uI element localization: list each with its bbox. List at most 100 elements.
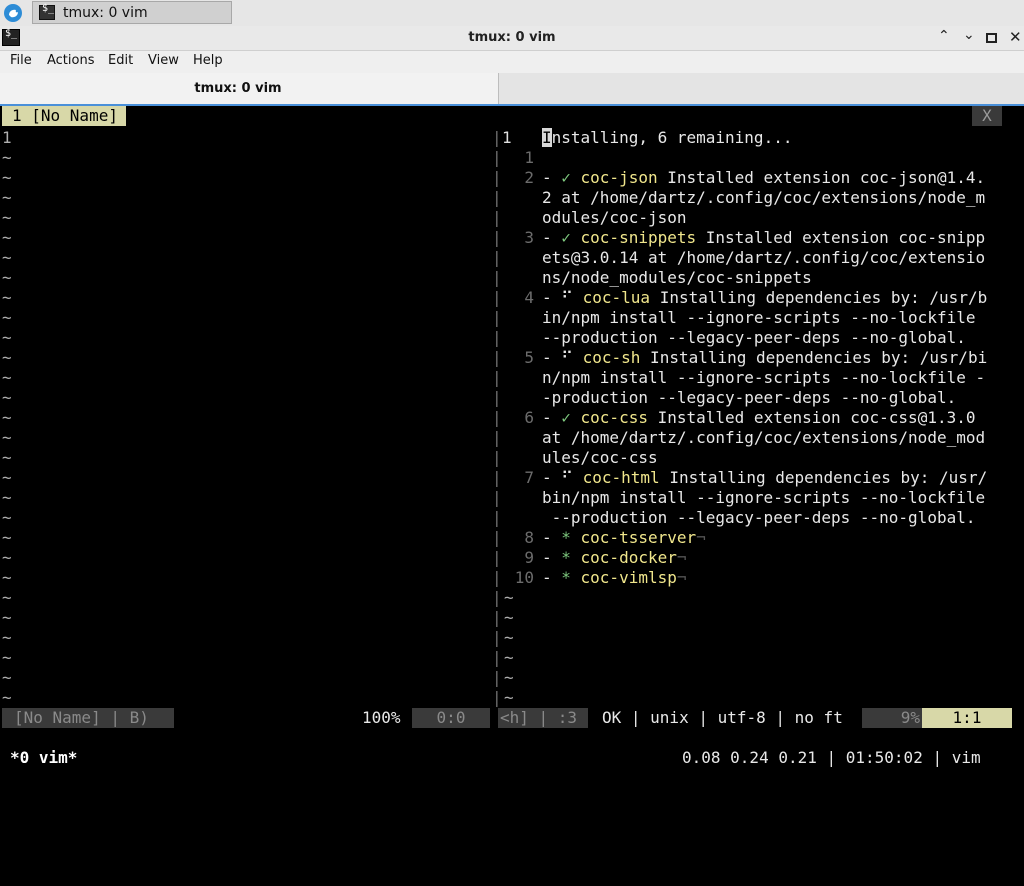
line-text: in/npm install --ignore-scripts --no-loc… [542, 308, 976, 327]
statusline-position: 0:0 [412, 708, 490, 728]
empty-line-tilde: ~ [2, 448, 12, 467]
statusline-percent-right: 9% [862, 708, 926, 728]
empty-line-tilde: ~ [504, 648, 514, 667]
vim-left-pane[interactable]: 1 ~ ~ ~ ~ ~ ~ ~ ~ ~ ~ ~ ~ ~ ~ ~ ~ ~ ~ ~ ~ ~ ~ ~ ~ ~ ~ ~ ~ [2, 126, 492, 707]
coc-install-line: ns/node_modules/coc-snippets [542, 268, 812, 288]
line-number: 2 [524, 168, 534, 187]
text-cursor: I [542, 128, 552, 147]
terminal[interactable]: 1 [No Name] X 1 ~ ~ ~ ~ ~ ~ ~ ~ ~ ~ ~ ~ ~ ~ ~ ~ ~ ~ ~ ~ ~ ~ ~ ~… [2, 106, 1022, 768]
line-text: ⠋ [561, 288, 583, 307]
statusline-filename: [No Name] | B) [2, 708, 174, 728]
line-text: ⠋ [561, 468, 583, 487]
line-text: - [542, 468, 562, 487]
empty-line-tilde: ~ [504, 588, 514, 607]
line-text: ⠋ [561, 348, 583, 367]
tmux-statusbar: *0 vim* 0.08 0.24 0.21 | 01:50:02 | vim [2, 746, 1022, 768]
line-text: Installing dependencies by: /usr/bi [640, 348, 988, 367]
coc-install-line: ules/coc-css [542, 448, 658, 468]
minimize-icon[interactable]: ⌄ [963, 27, 975, 43]
vim-statusline: [No Name] | B) 100% 0:0 <h] | :3 OK | un… [2, 706, 1022, 728]
coc-install-line: ets@3.0.14 at /home/dartz/.config/coc/ex… [542, 248, 985, 268]
menu-actions[interactable]: Actions [47, 53, 95, 68]
line-text: ¬ [676, 548, 687, 567]
maximize-icon[interactable] [986, 33, 997, 43]
empty-line-tilde: ~ [2, 148, 12, 167]
coc-install-line: --production --legacy-peer-deps --no-glo… [542, 508, 976, 528]
tmux-status-right: 0.08 0.24 0.21 | 01:50:02 | vim [682, 748, 981, 767]
empty-line-tilde: ~ [2, 228, 12, 247]
line-text: * [561, 548, 581, 567]
empty-line-tilde: ~ [2, 608, 12, 627]
statusline-cursor-pos: 1:1 [922, 708, 1012, 728]
coc-install-line: bin/npm install --ignore-scripts --no-lo… [542, 488, 985, 508]
menu-file[interactable]: File [10, 53, 32, 68]
menu-view[interactable]: View [148, 53, 179, 68]
line-text: Installed extension coc-css@1.3.0 [647, 408, 976, 427]
empty-line-tilde: ~ [504, 668, 514, 687]
terminal-icon: $_ [39, 3, 55, 20]
line-number: 4 [524, 288, 534, 307]
tab-bar: tmux: 0 vim [0, 73, 1024, 106]
empty-line-tilde: ~ [2, 588, 12, 607]
taskbar-app-button[interactable]: $_ tmux: 0 vim [32, 1, 232, 24]
extension-name: coc-tsserver [580, 528, 697, 547]
menu-bar: File Actions Edit View Help [0, 51, 1024, 73]
window-title: tmux: 0 vim [468, 30, 556, 45]
line-text: ✓ [561, 228, 581, 247]
coc-install-line: in/npm install --ignore-scripts --no-loc… [542, 308, 975, 328]
menu-edit[interactable]: Edit [108, 53, 133, 68]
empty-line-tilde: ~ [2, 468, 12, 487]
empty-line-tilde: ~ [504, 688, 514, 707]
line-text: - [542, 348, 562, 367]
statusline-percent: 100% [362, 708, 401, 727]
empty-line-tilde: ~ [2, 628, 12, 647]
empty-line-tilde: ~ [2, 188, 12, 207]
coc-install-line: - ✓ coc-json Installed extension coc-jso… [542, 168, 985, 188]
coc-install-line: - * coc-vimlsp¬ [542, 568, 687, 588]
empty-line-tilde: ~ [2, 288, 12, 307]
line-number: 9 [524, 548, 534, 567]
line-text: ✓ [561, 408, 581, 427]
coc-install-line: 2 at /home/dartz/.config/coc/extensions/… [542, 188, 985, 208]
line-text: Installing dependencies by: /usr/ [659, 468, 988, 487]
line-text: ¬ [696, 528, 706, 547]
line-text: Installed extension coc-snipp [696, 228, 986, 247]
line-text: - [542, 568, 562, 587]
line-number: 1 [524, 148, 534, 167]
empty-line-tilde: ~ [2, 168, 12, 187]
taskbar-app-label: tmux: 0 vim [63, 5, 148, 21]
coc-status-line: Installing, 6 remaining... [542, 128, 792, 148]
empty-line-tilde: ~ [504, 608, 514, 627]
empty-line-tilde: ~ [2, 388, 12, 407]
menu-help[interactable]: Help [193, 53, 223, 68]
status-text: nstalling, 6 remaining... [551, 128, 793, 147]
chevron-up-icon[interactable]: ⌃ [938, 28, 950, 44]
tab-tmux-vim[interactable]: tmux: 0 vim [0, 73, 499, 104]
tmux-window-label[interactable]: *0 vim* [10, 748, 77, 768]
line-number: 3 [524, 228, 534, 247]
coc-install-line: - * coc-tsserver¬ [542, 528, 706, 548]
coc-install-line: - ⠋ coc-lua Installing dependencies by: … [542, 288, 987, 308]
line-text: at /home/dartz/.config/coc/extensions/no… [542, 428, 986, 447]
statusline-help: <h] | :3 [498, 708, 588, 728]
empty-line-tilde: ~ [504, 628, 514, 647]
coc-install-line: odules/coc-json [542, 208, 687, 228]
vim-tab-close-button[interactable]: X [972, 106, 1002, 126]
coc-install-line: n/npm install --ignore-scripts --no-lock… [542, 368, 985, 388]
line-text: - [542, 288, 562, 307]
window-titlebar: $_ tmux: 0 vim ⌃ ⌄ ✕ [0, 26, 1024, 51]
line-number: 7 [524, 468, 534, 487]
statusline-fileinfo: OK | unix | utf-8 | no ft [602, 708, 843, 727]
coc-install-line: - ✓ coc-snippets Installed extension coc… [542, 228, 985, 248]
coc-install-line: - * coc-docker¬ [542, 548, 687, 568]
coc-install-line: - ⠋ coc-sh Installing dependencies by: /… [542, 348, 987, 368]
line-text: ets@3.0.14 at /home/dartz/.config/coc/ex… [542, 248, 986, 267]
close-icon[interactable]: ✕ [1009, 28, 1022, 46]
line-number: 10 [514, 568, 534, 587]
empty-line-tilde: ~ [2, 668, 12, 687]
line-text: ns/node_modules/coc-snippets [542, 268, 812, 287]
empty-line-tilde: ~ [2, 328, 12, 347]
vim-tab-no-name[interactable]: 1 [No Name] [2, 106, 126, 126]
vim-right-pane[interactable]: 1 Installing, 6 remaining... 12- ✓ coc-j… [500, 126, 1010, 707]
start-menu-icon[interactable] [4, 4, 22, 22]
